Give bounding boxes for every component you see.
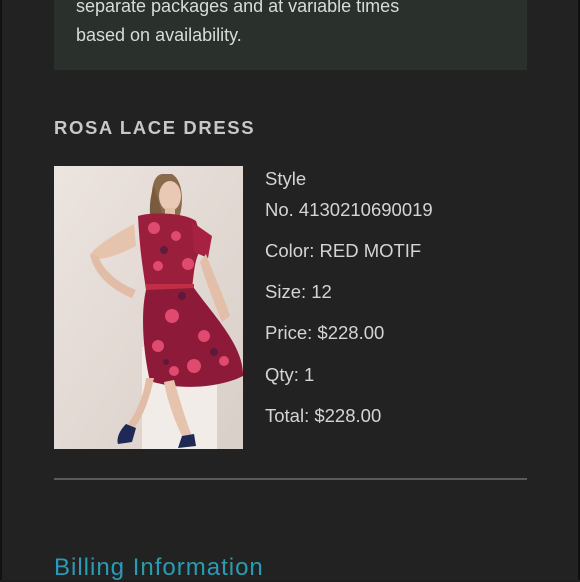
size-value: Size: 12 (265, 281, 332, 302)
color-value: Color: RED MOTIF (265, 240, 422, 261)
qty-value: Qty: 1 (265, 364, 315, 385)
total-value: Total: $228.00 (265, 405, 382, 426)
notice-line-2: based on availability. (76, 25, 242, 45)
dress-model-illustration (54, 166, 243, 449)
billing-information-heading: Billing Information (54, 554, 264, 581)
price-value: Price: $228.00 (265, 322, 385, 343)
left-edge (0, 0, 2, 580)
section-divider (54, 478, 527, 480)
notice-line-1: separate packages and at variable times (76, 0, 400, 16)
shipping-notice: separate packages and at variable times … (54, 0, 527, 70)
style-label: Style (265, 168, 307, 189)
product-title: ROSA LACE DRESS (54, 117, 256, 138)
order-confirmation-page: separate packages and at variable times … (0, 0, 580, 581)
style-number: No. 4130210690019 (265, 199, 433, 220)
product-image[interactable] (54, 166, 243, 449)
